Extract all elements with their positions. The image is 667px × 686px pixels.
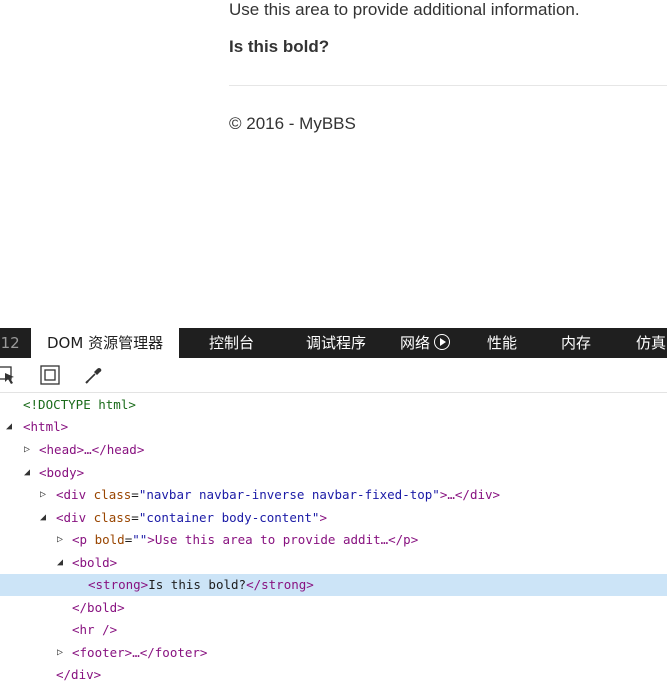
preview-bold-text: Is this bold? [229, 37, 330, 56]
color-picker-icon[interactable] [83, 364, 105, 386]
collapse-arrow-icon[interactable]: ◢ [22, 462, 32, 484]
preview-divider [229, 85, 667, 86]
expand-arrow-icon[interactable]: ▷ [55, 642, 65, 664]
collapse-arrow-icon[interactable]: ◢ [38, 507, 48, 529]
tab-f12[interactable]: F12 [0, 328, 20, 358]
tab-emulation[interactable]: 仿真 [636, 328, 666, 358]
tree-node-html[interactable]: ◢ <html> [0, 416, 667, 438]
tree-node-strong-selected[interactable]: <strong>Is this bold?</strong> [0, 574, 667, 596]
preview-paragraph: Use this area to provide additional info… [229, 0, 580, 19]
bold-open-tag: <bold> [72, 555, 118, 570]
footer-tag: <footer>…</footer> [72, 645, 208, 660]
tree-node-head[interactable]: ▷ <head>…</head> [0, 439, 667, 461]
container-div-text: <div class="container body-content"> [56, 510, 327, 525]
html-tag: <html> [23, 419, 69, 434]
tab-performance[interactable]: 性能 [487, 328, 517, 358]
tree-node-div-close[interactable]: </div> [0, 664, 667, 686]
tree-node-p[interactable]: ▷ <p bold="">Use this area to provide ad… [0, 529, 667, 551]
head-tag: <head>…</head> [39, 442, 145, 457]
bold-close-tag: </bold> [72, 600, 125, 615]
tab-memory[interactable]: 内存 [561, 328, 591, 358]
tab-network[interactable]: 网络 [400, 328, 451, 358]
devtools-tab-bar: F12 DOM 资源管理器 控制台 调试程序 网络 性能 内存 仿真 [0, 328, 667, 358]
collapse-arrow-icon[interactable]: ◢ [4, 416, 14, 438]
tree-node-bold-close[interactable]: </bold> [0, 597, 667, 619]
tab-debugger[interactable]: 调试程序 [306, 328, 366, 358]
div-close-tag: </div> [56, 667, 102, 682]
tree-node-bold[interactable]: ◢ <bold> [0, 552, 667, 574]
body-tag: <body> [39, 465, 85, 480]
tab-console[interactable]: 控制台 [209, 328, 254, 358]
highlight-box-icon[interactable] [39, 364, 61, 386]
tree-node-body[interactable]: ◢ <body> [0, 462, 667, 484]
tree-node-footer[interactable]: ▷ <footer>…</footer> [0, 642, 667, 664]
page-preview: Use this area to provide additional info… [0, 0, 667, 330]
tree-node-container-div[interactable]: ◢ <div class="container body-content"> [0, 507, 667, 529]
dom-toolbar [0, 358, 667, 393]
p-node-text: <p bold="">Use this area to provide addi… [72, 532, 419, 547]
tree-node-hr[interactable]: <hr /> [0, 619, 667, 641]
expand-arrow-icon[interactable]: ▷ [38, 484, 48, 506]
expand-arrow-icon[interactable]: ▷ [22, 439, 32, 461]
tree-node-navbar-div[interactable]: ▷ <div class="navbar navbar-inverse navb… [0, 484, 667, 506]
strong-node-text: <strong>Is this bold?</strong> [88, 577, 314, 592]
hr-tag: <hr /> [72, 622, 118, 637]
select-element-icon[interactable] [0, 364, 18, 386]
preview-footer: © 2016 - MyBBS [229, 114, 356, 133]
navbar-div-text: <div class="navbar navbar-inverse navbar… [56, 487, 501, 502]
collapse-arrow-icon[interactable]: ◢ [55, 552, 65, 574]
tree-node-doctype[interactable]: <!DOCTYPE html> [0, 394, 667, 416]
doctype-text: <!DOCTYPE html> [23, 397, 136, 412]
tab-dom-explorer[interactable]: DOM 资源管理器 [31, 328, 180, 358]
tab-network-label: 网络 [400, 334, 431, 352]
expand-arrow-icon[interactable]: ▷ [55, 529, 65, 551]
record-play-icon [434, 333, 451, 350]
